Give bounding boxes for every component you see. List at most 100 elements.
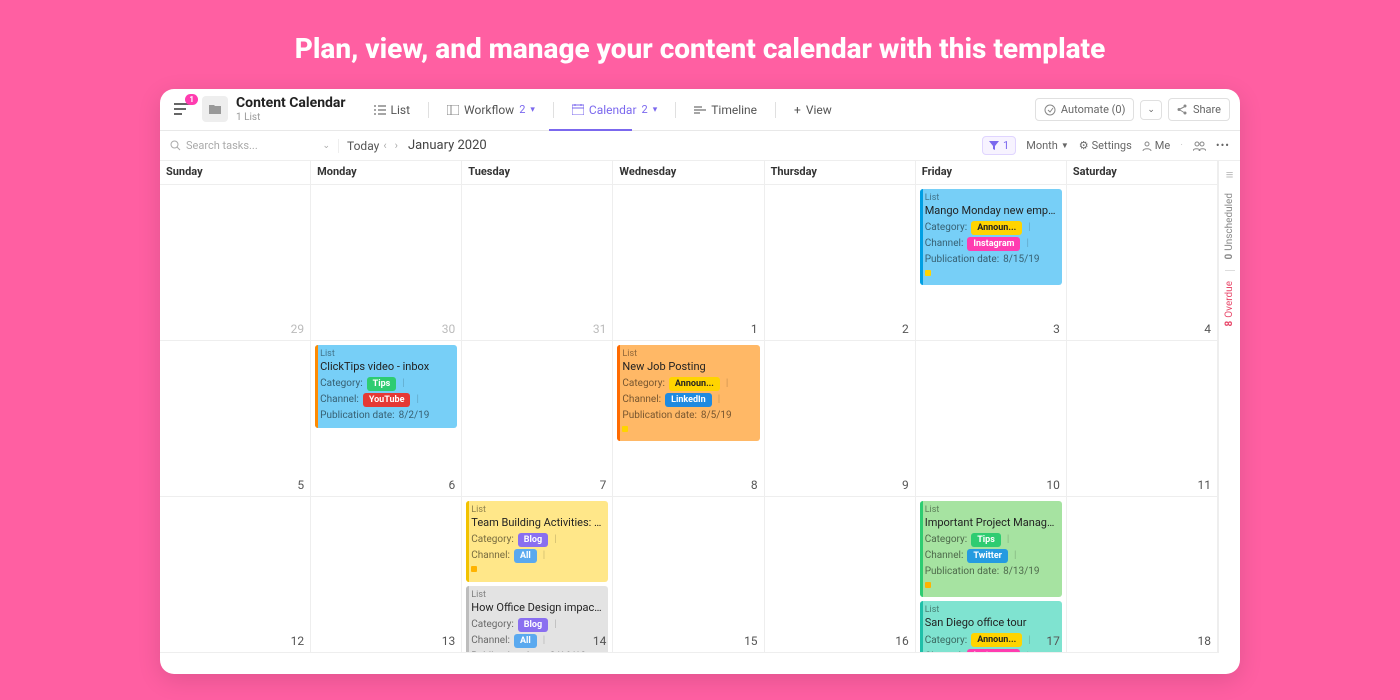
- pub-date: 8/2/19: [399, 409, 430, 423]
- ch-key: Channel:: [925, 650, 964, 653]
- day-cell[interactable]: 5: [160, 341, 311, 497]
- lines-icon[interactable]: ≡: [1226, 167, 1234, 183]
- tab-list[interactable]: List: [364, 99, 421, 121]
- filter-button[interactable]: 1: [982, 136, 1016, 155]
- pipe: |: [1014, 549, 1016, 563]
- event-card[interactable]: List Important Project Managemen Categor…: [920, 501, 1062, 597]
- day-cell[interactable]: 10: [916, 341, 1067, 497]
- event-edge: [920, 501, 923, 597]
- divider: [428, 102, 429, 118]
- ch-key: Channel:: [622, 393, 661, 407]
- pub-key: Publication date:: [925, 253, 999, 267]
- day-cell[interactable]: 16: [765, 497, 916, 653]
- dayhead: Monday: [311, 161, 462, 185]
- me-button[interactable]: Me: [1142, 139, 1170, 152]
- tab-timeline[interactable]: Timeline: [684, 99, 767, 121]
- pub-key: Publication date:: [320, 409, 394, 423]
- event-card[interactable]: List San Diego office tour Category:Anno…: [920, 601, 1062, 653]
- event-title: Team Building Activities: 25 B: [471, 516, 603, 531]
- more-button[interactable]: •••: [1216, 139, 1230, 152]
- dayhead: Saturday: [1067, 161, 1218, 185]
- pub-date: 8/15/19: [1003, 253, 1039, 267]
- month-select[interactable]: Month ▼: [1026, 139, 1069, 152]
- event-list-label: List: [925, 604, 1057, 616]
- dot-sep: ·: [1180, 140, 1183, 151]
- share-button[interactable]: Share: [1168, 98, 1230, 121]
- event-card[interactable]: List Team Building Activities: 25 B Cate…: [466, 501, 608, 582]
- ch-key: Channel:: [320, 393, 359, 407]
- pipe: |: [554, 618, 556, 632]
- tab-calendar-label: Calendar: [589, 103, 637, 117]
- day-cell[interactable]: 7: [462, 341, 613, 497]
- day-cell[interactable]: 30: [311, 185, 462, 341]
- dayhead: Tuesday: [462, 161, 613, 185]
- day-cell[interactable]: 18: [1067, 497, 1218, 653]
- event-card[interactable]: List Mango Monday new employee Category:…: [920, 189, 1062, 285]
- settings-button[interactable]: ⚙ Settings: [1079, 139, 1132, 152]
- day-number: 12: [291, 634, 305, 648]
- event-title: ClickTips video - inbox: [320, 360, 452, 375]
- day-cell[interactable]: 15: [613, 497, 764, 653]
- day-cell[interactable]: List Mango Monday new employee Category:…: [916, 185, 1067, 341]
- day-number: 11: [1197, 478, 1211, 492]
- pipe: |: [1028, 221, 1030, 235]
- calendar: Sunday Monday Tuesday Wednesday Thursday…: [160, 161, 1240, 653]
- channel-pill: Twitter: [967, 549, 1008, 563]
- event-edge: [617, 345, 620, 441]
- search-input[interactable]: Search tasks... ⌄: [170, 139, 330, 152]
- day-number: 15: [744, 634, 758, 648]
- day-number: 10: [1046, 478, 1060, 492]
- event-card[interactable]: List How Office Design impacts Pr Catego…: [466, 586, 608, 653]
- event-edge: [315, 345, 318, 428]
- day-number: 18: [1197, 634, 1211, 648]
- day-cell[interactable]: 29: [160, 185, 311, 341]
- people-button[interactable]: [1193, 141, 1206, 151]
- event-card[interactable]: List New Job Posting Category:Announ...|…: [617, 345, 759, 441]
- day-cell[interactable]: List Team Building Activities: 25 B Cate…: [462, 497, 613, 653]
- menu-icon[interactable]: 1: [170, 97, 194, 121]
- day-cell[interactable]: List New Job Posting Category:Announ...|…: [613, 341, 764, 497]
- day-cell[interactable]: 11: [1067, 341, 1218, 497]
- add-view-button[interactable]: + View: [784, 99, 842, 121]
- day-cell[interactable]: 13: [311, 497, 462, 653]
- day-number: 17: [1046, 634, 1060, 648]
- day-number: 13: [442, 634, 456, 648]
- day-number: 2: [902, 322, 909, 336]
- day-cell[interactable]: 12: [160, 497, 311, 653]
- next-month-button[interactable]: ›: [391, 139, 402, 152]
- day-cell[interactable]: List ClickTips video - inbox Category:Ti…: [311, 341, 462, 497]
- channel-pill: Instagram: [967, 649, 1020, 653]
- unscheduled-label[interactable]: 0Unscheduled: [1224, 193, 1235, 260]
- dayhead: Thursday: [765, 161, 916, 185]
- automate-chevron[interactable]: ⌄: [1140, 100, 1162, 120]
- notif-badge: 1: [185, 94, 198, 105]
- tab-calendar[interactable]: Calendar 2 ▾: [562, 99, 667, 121]
- overdue-label[interactable]: 8Overdue: [1224, 281, 1235, 326]
- day-number: 30: [442, 322, 456, 336]
- event-edge: [466, 501, 469, 582]
- tab-calendar-count: 2: [642, 103, 648, 116]
- automate-button[interactable]: Automate (0): [1035, 98, 1135, 121]
- day-cell[interactable]: 2: [765, 185, 916, 341]
- channel-pill: All: [514, 634, 537, 648]
- folder-icon[interactable]: [202, 96, 228, 122]
- divider: [775, 102, 776, 118]
- more-icon: •••: [1216, 139, 1230, 152]
- dayhead: Friday: [916, 161, 1067, 185]
- title-block: Content Calendar 1 List: [236, 96, 346, 122]
- prev-month-button[interactable]: ‹: [379, 139, 390, 152]
- day-cell[interactable]: 4: [1067, 185, 1218, 341]
- day-cell[interactable]: 1: [613, 185, 764, 341]
- divider: [1225, 270, 1235, 271]
- event-card[interactable]: List ClickTips video - inbox Category:Ti…: [315, 345, 457, 428]
- pipe: |: [402, 377, 404, 391]
- event-edge: [466, 586, 469, 653]
- event-list-label: List: [471, 504, 603, 516]
- tab-workflow[interactable]: Workflow 2 ▾: [437, 99, 545, 121]
- pipe: |: [1026, 237, 1028, 251]
- day-cell[interactable]: List Important Project Managemen Categor…: [916, 497, 1067, 653]
- ch-key: Channel:: [925, 237, 964, 251]
- day-cell[interactable]: 31: [462, 185, 613, 341]
- day-cell[interactable]: 9: [765, 341, 916, 497]
- today-button[interactable]: Today: [347, 139, 379, 153]
